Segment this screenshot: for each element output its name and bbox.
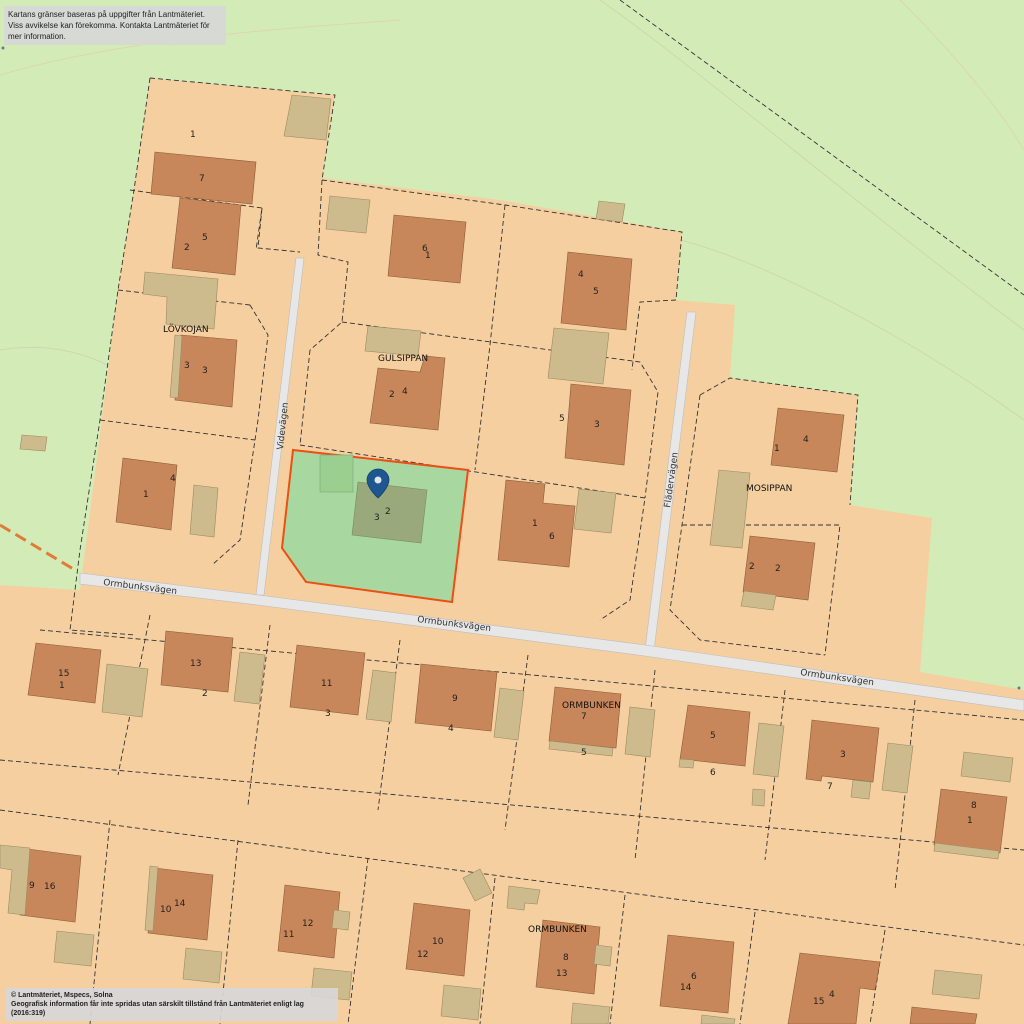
lot-number: 4 bbox=[578, 270, 584, 280]
lot-number: 3 bbox=[202, 366, 208, 376]
lot-number: 1 bbox=[143, 490, 149, 500]
lot-number: 2 bbox=[385, 507, 391, 517]
lot-number: 5 bbox=[581, 748, 587, 758]
map-disclaimer: Kartans gränser baseras på uppgifter frå… bbox=[4, 6, 226, 45]
map-attribution: © Lantmäteriet, Mspecs, Solna Geografisk… bbox=[6, 988, 338, 1021]
lot-number: 5 bbox=[202, 233, 208, 243]
lot-number: 10 bbox=[160, 905, 172, 915]
lot-number: 1 bbox=[774, 444, 780, 454]
area-label-lovkojan: LÖVKOJAN bbox=[163, 324, 209, 335]
lot-number: 6 bbox=[691, 972, 697, 982]
lot-number: 12 bbox=[302, 919, 313, 929]
area-label-gulsippan: GULSIPPAN bbox=[378, 354, 428, 364]
lot-number: 2 bbox=[184, 243, 190, 253]
lot-number: 8 bbox=[563, 953, 569, 963]
lot-number: 2 bbox=[202, 689, 208, 699]
lot-number: 3 bbox=[594, 420, 600, 430]
lot-number: 2 bbox=[749, 562, 755, 572]
lot-number: 7 bbox=[581, 712, 587, 722]
area-label-ormbunken-lower: ORMBUNKEN bbox=[528, 925, 587, 935]
lot-number: 7 bbox=[199, 174, 205, 184]
lot-number: 4 bbox=[170, 474, 176, 484]
lot-number: 7 bbox=[827, 782, 833, 792]
lot-number: 9 bbox=[29, 881, 35, 891]
lot-number: 1 bbox=[190, 130, 196, 140]
lot-number: 1 bbox=[967, 816, 973, 826]
lot-number: 16 bbox=[44, 882, 56, 892]
selected-building-annex bbox=[319, 454, 354, 493]
lot-number: 15 bbox=[58, 669, 69, 679]
lot-number: 3 bbox=[374, 513, 380, 523]
lot-number: 12 bbox=[417, 950, 428, 960]
lot-number: 4 bbox=[829, 990, 835, 1000]
lot-number: 6 bbox=[710, 768, 716, 778]
lot-number: 6 bbox=[549, 532, 555, 542]
lot-number: 11 bbox=[283, 930, 294, 940]
map-dot bbox=[1017, 686, 1021, 690]
area-label-ormbunken-upper: ORMBUNKEN bbox=[562, 701, 621, 711]
lot-number: 14 bbox=[174, 899, 186, 909]
disclaimer-line-1: Kartans gränser baseras på uppgifter frå… bbox=[8, 10, 205, 19]
lot-number: 5 bbox=[559, 414, 565, 424]
lot-number: 11 bbox=[321, 679, 332, 689]
lot-number: 3 bbox=[840, 750, 846, 760]
lot-number: 4 bbox=[803, 435, 809, 445]
lot-number: 8 bbox=[971, 801, 977, 811]
lot-number: 15 bbox=[813, 997, 824, 1007]
lot-number: 4 bbox=[402, 387, 408, 397]
lot-number: 2 bbox=[775, 564, 781, 574]
lot-number: 3 bbox=[184, 361, 190, 371]
map-dot bbox=[1, 46, 5, 50]
lot-number: 10 bbox=[432, 937, 444, 947]
lot-number: 13 bbox=[556, 969, 567, 979]
lot-number: 5 bbox=[710, 731, 716, 741]
lot-number: 9 bbox=[452, 694, 458, 704]
lot-number: 5 bbox=[593, 287, 599, 297]
disclaimer-line-2: Viss avvikelse kan förekomma. Kontakta L… bbox=[8, 21, 210, 41]
property-map[interactable]: 1 7 2 5 3 3 4 1 6 1 4 5 2 4 5 3 3 2 1 6 … bbox=[0, 0, 1024, 1024]
lot-number: 1 bbox=[425, 251, 431, 261]
lot-number: 14 bbox=[680, 983, 692, 993]
license-text: Geografisk information får inte spridas … bbox=[11, 1001, 304, 1017]
lot-number: 4 bbox=[448, 724, 454, 734]
copyright-text: © Lantmäteriet, Mspecs, Solna bbox=[11, 992, 113, 999]
lot-number: 13 bbox=[190, 659, 201, 669]
lot-number: 2 bbox=[389, 390, 395, 400]
area-label-mosippan: MOSIPPAN bbox=[746, 484, 792, 494]
lot-number: 1 bbox=[532, 519, 538, 529]
lot-number: 3 bbox=[325, 709, 331, 719]
lot-number: 1 bbox=[59, 681, 65, 691]
